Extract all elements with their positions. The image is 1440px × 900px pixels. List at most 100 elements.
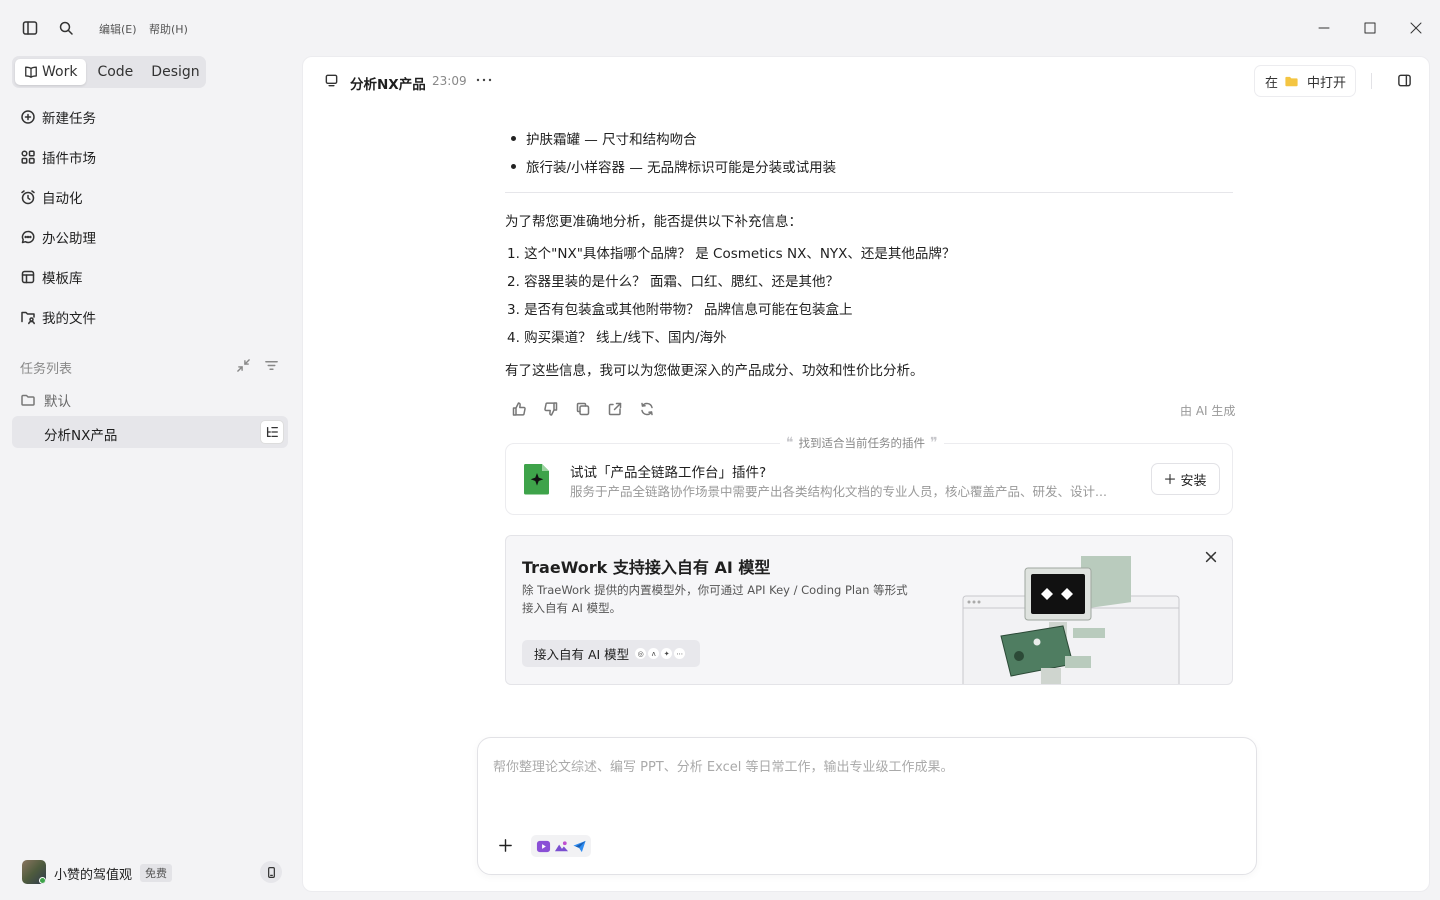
plane-tool-icon [572,840,586,852]
regenerate-icon[interactable] [639,401,655,417]
bullet-item-2: 旅行装/小样容器 — 无品牌标识可能是分装或试用装 [508,156,836,176]
share-icon[interactable] [607,401,623,417]
device-button[interactable] [260,861,282,883]
task-outline-button[interactable] [260,420,284,444]
task-header-icon-wrap [324,73,339,88]
plugin-title: 试试「产品全链路工作台」插件? [570,465,767,481]
header-divider [1371,73,1372,89]
feedback-bar [511,401,655,417]
promo-line-1: 除 TraeWork 提供的内置模型外，你可通过 API Key / Codin… [522,583,908,597]
phone-icon [267,866,275,878]
alarm-clock-icon [21,190,35,205]
conclusion-text: 有了这些信息，我可以为您做更深入的产品成分、功效和性价比分析。 [505,363,924,379]
nav-template-library[interactable]: 模板库 [20,265,83,289]
outline-list-icon [266,426,278,438]
add-attachment-button[interactable] [498,838,513,853]
promo-banner: TraeWork 支持接入自有 AI 模型 除 TraeWork 提供的内置模型… [505,535,1233,685]
nav-office-assistant[interactable]: 办公助理 [20,225,96,249]
more-options-button[interactable] [475,72,493,88]
folder-default[interactable]: 默认 [20,390,71,410]
nav-plugin-market[interactable]: 插件市场 [20,145,96,169]
question-2: 2. 容器里装的是什么？ 面霜、口红、腮红、还是其他？ [507,274,839,290]
user-name[interactable]: 小赞的驾值观 [54,864,132,883]
close-promo-button[interactable] [1204,550,1218,564]
maximize-icon [1364,22,1376,34]
nav-office-assistant-label: 办公助理 [42,231,96,247]
bullet-item-1: 护肤霜罐 — 尺寸和结构吻合 [508,128,697,148]
thumbs-up-icon[interactable] [511,401,527,417]
close-icon [1205,551,1217,563]
nav-my-files-label: 我的文件 [42,311,96,327]
template-icon [21,270,35,284]
sidebar-toggle-icon [22,21,38,35]
search-icon [59,21,73,35]
minimize-button[interactable] [1301,8,1347,48]
task-item-active[interactable]: 分析NX产品 [12,416,288,448]
plan-badge: 免费 [140,864,172,882]
sidebar-toggle-button[interactable] [22,20,38,36]
open-in-suffix: 中打开 [1307,75,1347,91]
bullet-text-1: 护肤霜罐 — 尺寸和结构吻合 [526,132,697,148]
mode-work-label: Work [42,64,78,80]
question-4: 4. 购买渠道？ 线上/线下、国内/海外 [507,330,727,346]
plugin-description: 服务于产品全链路协作场景中需要产出各类结构化文档的专业人员，核心覆盖产品、研发、… [570,484,1107,499]
plugin-icon [21,150,35,164]
filter-icon [265,361,278,370]
plugin-caption-wrap: ❝ 找到适合当前任务的插件 ❞ [780,435,944,451]
nav-new-task[interactable]: 新建任务 [20,105,96,129]
collapse-all-button[interactable] [236,358,251,373]
nav-new-task-label: 新建任务 [42,111,96,127]
avatar-status-dot [39,877,46,884]
image-tool-icon [554,840,568,851]
connect-model-button[interactable]: 接入自有 AI 模型 ◎ ʌ ✦ ⋯ [522,640,700,667]
composer-input[interactable]: 帮你整理论文综述、编写 PPT、分析 Excel 等日常工作，输出专业级工作成果… [493,756,953,775]
shared-folder-icon [21,311,35,325]
user-avatar[interactable] [22,860,46,884]
task-time: 23:09 [432,74,467,88]
mode-switcher: Work Code Design [12,56,206,88]
side-panel-toggle-button[interactable] [1397,73,1412,88]
thumbs-down-icon[interactable] [543,401,559,417]
tool-icons-group[interactable] [531,835,591,857]
mode-code-tab[interactable]: Code [88,59,142,85]
copy-icon[interactable] [575,401,591,417]
green-document-icon [523,464,549,495]
model-logo-2-icon: ʌ [648,648,660,659]
promo-line-2: 接入自有 AI 模型。 [522,601,622,615]
nav-automation[interactable]: 自动化 [20,185,83,209]
video-tool-icon [536,840,550,852]
question-3: 3. 是否有包装盒或其他附带物？ 品牌信息可能在包装盒上 [507,302,853,318]
open-in-button[interactable]: 在 中打开 [1254,65,1356,97]
minimize-icon [1318,27,1330,29]
folder-yellow-icon [1285,76,1298,86]
menu-help[interactable]: 帮助(H) [149,21,188,37]
bullet-text-2: 旅行装/小样容器 — 无品牌标识可能是分装或试用装 [526,160,837,176]
connect-model-label: 接入自有 AI 模型 [534,647,630,662]
install-plugin-button[interactable]: 安装 [1151,463,1220,495]
model-logo-3-icon: ✦ [661,648,673,659]
mode-design-tab[interactable]: Design [142,59,208,85]
model-logo-more-icon: ⋯ [674,648,686,659]
new-task-icon [21,110,35,124]
nav-my-files[interactable]: 我的文件 [20,305,96,329]
side-panel-icon [1398,74,1411,87]
folder-icon [21,394,35,406]
menu-edit[interactable]: 编辑(E) [99,21,137,37]
task-item-label: 分析NX产品 [44,428,118,444]
maximize-button[interactable] [1347,8,1393,48]
task-list-title: 任务列表 [20,362,73,377]
folder-default-label: 默认 [44,394,71,410]
open-in-prefix: 在 [1265,75,1279,91]
plus-icon [499,839,512,852]
install-label: 安装 [1180,473,1207,489]
close-window-button[interactable] [1393,8,1439,48]
plugin-caption: 找到适合当前任务的插件 [798,436,926,450]
search-button[interactable] [58,20,74,36]
composer: 帮你整理论文综述、编写 PPT、分析 Excel 等日常工作，输出专业级工作成果… [477,737,1257,875]
robot-illustration [962,556,1180,684]
question-1: 1. 这个"NX"具体指哪个品牌？ 是 Cosmetics NX、NYX、还是其… [507,246,956,262]
filter-button[interactable] [264,358,279,373]
close-icon [1410,22,1422,34]
ai-generated-label: 由 AI 生成 [1180,404,1236,418]
mode-work-tab[interactable]: Work [15,59,87,85]
